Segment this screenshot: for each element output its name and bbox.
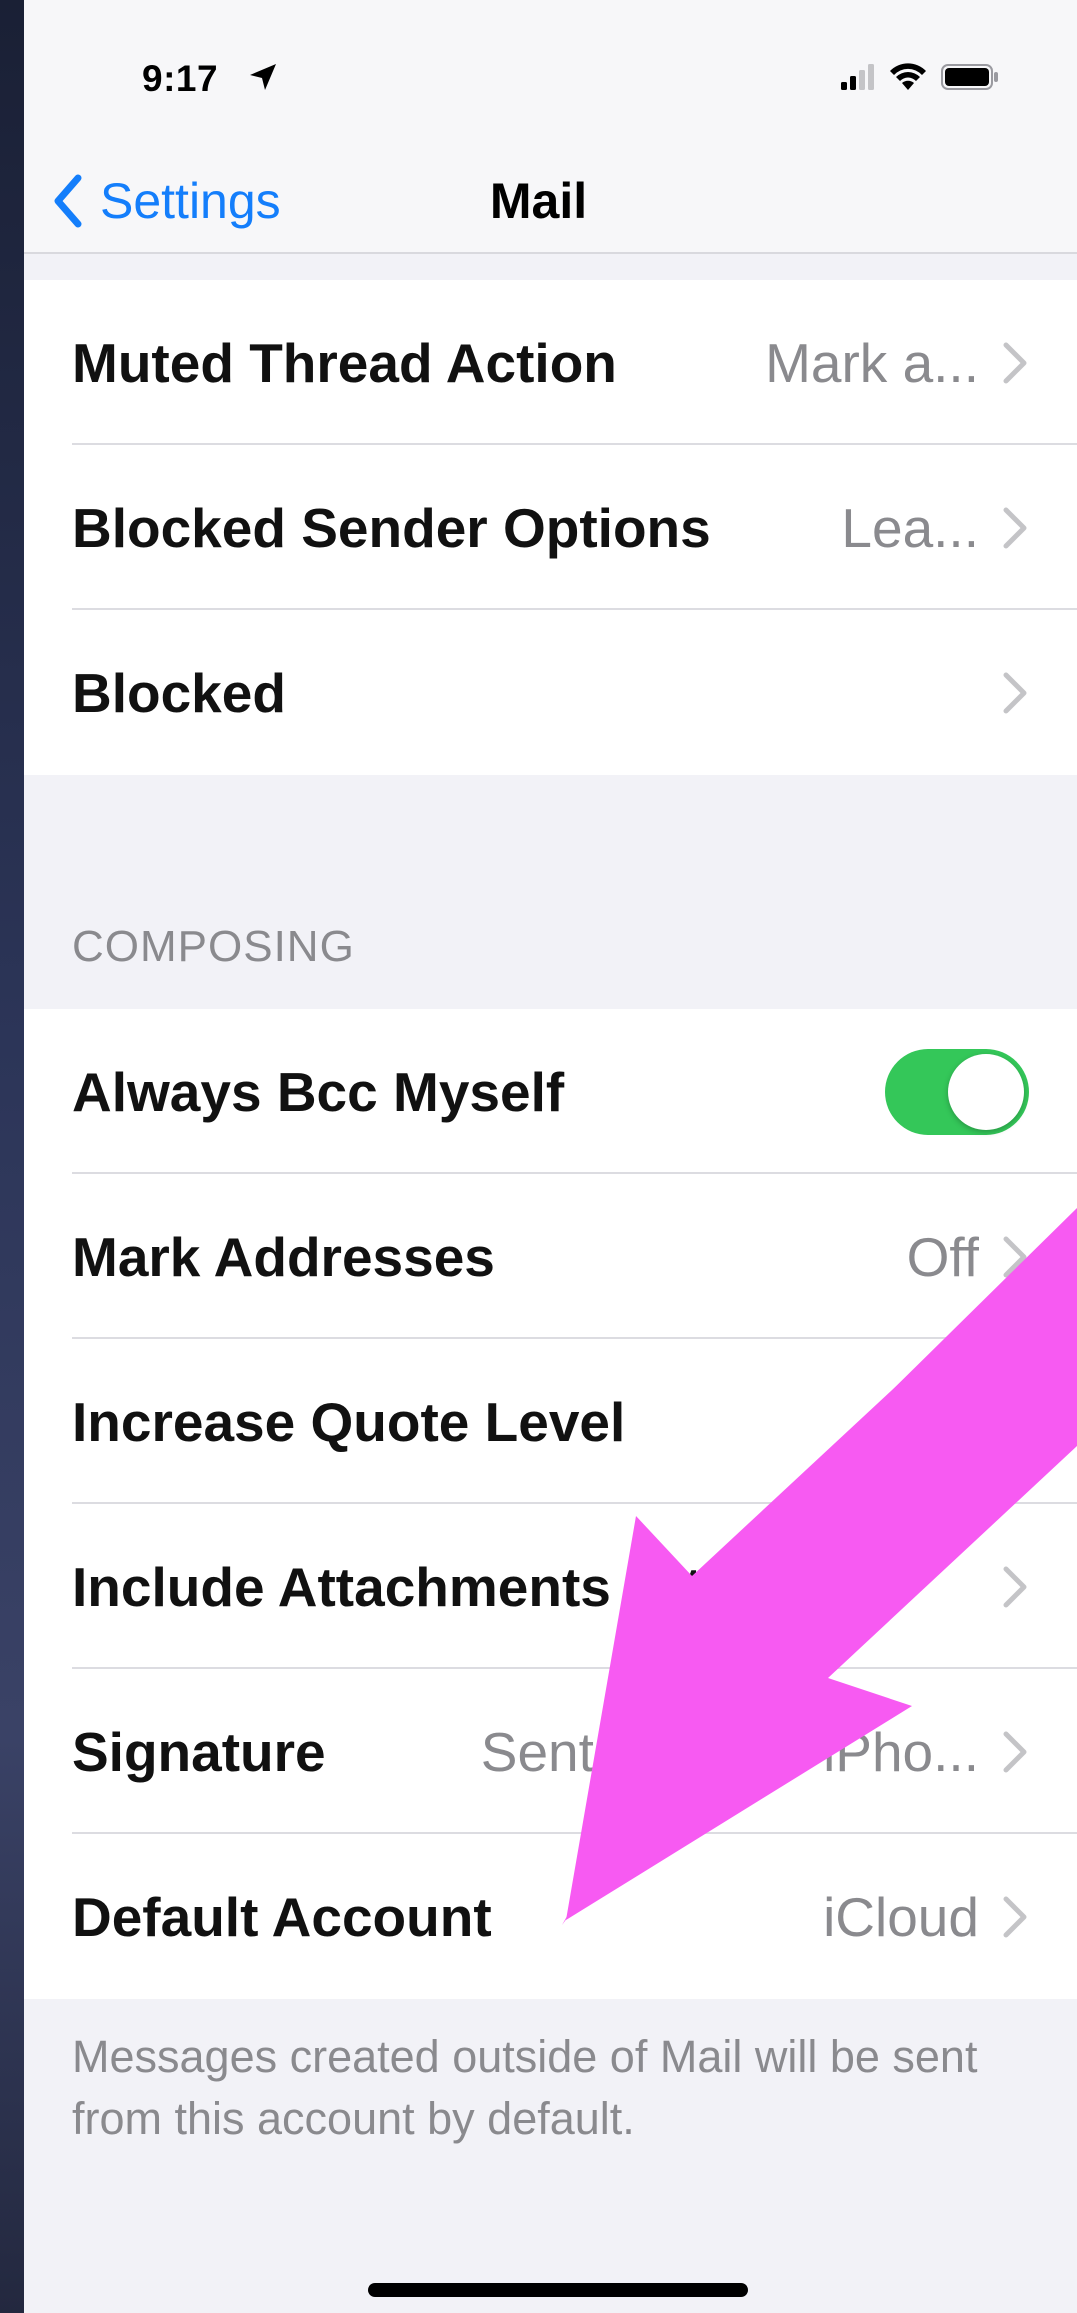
- chevron-right-icon: [1003, 1731, 1027, 1772]
- row-label: Increase Quote Level: [72, 1390, 626, 1453]
- chevron-right-icon: [1003, 507, 1027, 548]
- battery-icon: [941, 64, 998, 90]
- row-label: Muted Thread Action: [72, 331, 617, 394]
- row-label: Always Bcc Myself: [72, 1060, 565, 1123]
- composing-settings-group: Always Bcc Myself Mark Addresses Off Inc…: [24, 1009, 1077, 1999]
- wifi-icon: [890, 63, 926, 90]
- row-label: Include Attachments with Re: [72, 1555, 822, 1618]
- settings-row-increase-quote-level[interactable]: Increase Quote Level On: [24, 1339, 1077, 1504]
- status-bar: 9:17: [24, 0, 1077, 150]
- section-footer-note: Messages created outside of Mail will be…: [72, 2031, 978, 2144]
- row-value: iCloud: [823, 1885, 979, 1948]
- location-arrow-icon: [250, 64, 276, 90]
- settings-row-mark-addresses[interactable]: Mark Addresses Off: [24, 1174, 1077, 1339]
- toggle-knob: [948, 1053, 1024, 1130]
- chevron-right-icon: [1003, 342, 1027, 383]
- chevron-right-icon: [1003, 1566, 1027, 1607]
- row-label: Mark Addresses: [72, 1225, 495, 1288]
- phone-screen: 9:17 Mail Settings Muted Thread Action M…: [24, 0, 1077, 2313]
- row-label: Blocked: [72, 661, 286, 724]
- chevron-right-icon: [1003, 1401, 1027, 1442]
- row-label: Blocked Sender Options: [72, 496, 711, 559]
- settings-row-default-account[interactable]: Default Account iCloud: [24, 1834, 1077, 1999]
- section-header-composing: COMPOSING: [72, 922, 355, 971]
- settings-row-signature[interactable]: Signature Sent from my iPho...: [24, 1669, 1077, 1834]
- chevron-right-icon: [1003, 1896, 1027, 1937]
- row-label: Signature: [72, 1720, 326, 1783]
- back-button[interactable]: Settings: [52, 150, 281, 252]
- row-label: Default Account: [72, 1885, 492, 1948]
- row-value: Sent from my iPho...: [480, 1720, 979, 1783]
- home-indicator: [368, 2283, 748, 2297]
- settings-row-muted-thread-action[interactable]: Muted Thread Action Mark a...: [24, 280, 1077, 445]
- navigation-bar: Mail Settings: [24, 150, 1077, 254]
- cellular-signal-icon: [841, 64, 874, 90]
- chevron-right-icon: [1003, 672, 1027, 713]
- row-value: Lea...: [841, 496, 979, 559]
- settings-row-always-bcc-myself: Always Bcc Myself: [24, 1009, 1077, 1174]
- status-time: 9:17: [142, 58, 219, 99]
- chevron-right-icon: [1003, 1236, 1027, 1277]
- row-value: On: [905, 1390, 979, 1453]
- threading-settings-group: Muted Thread Action Mark a... Blocked Se…: [24, 280, 1077, 775]
- chevron-left-icon: [54, 174, 82, 228]
- settings-row-blocked[interactable]: Blocked: [24, 610, 1077, 775]
- always-bcc-toggle[interactable]: [885, 1048, 1029, 1135]
- settings-row-blocked-sender-options[interactable]: Blocked Sender Options Lea...: [24, 445, 1077, 610]
- row-value: Off: [906, 1225, 979, 1288]
- row-value: Mark a...: [765, 331, 979, 394]
- back-label: Settings: [100, 173, 281, 229]
- status-icons: [841, 62, 999, 92]
- settings-row-include-attachments[interactable]: Include Attachments with Re: [24, 1504, 1077, 1669]
